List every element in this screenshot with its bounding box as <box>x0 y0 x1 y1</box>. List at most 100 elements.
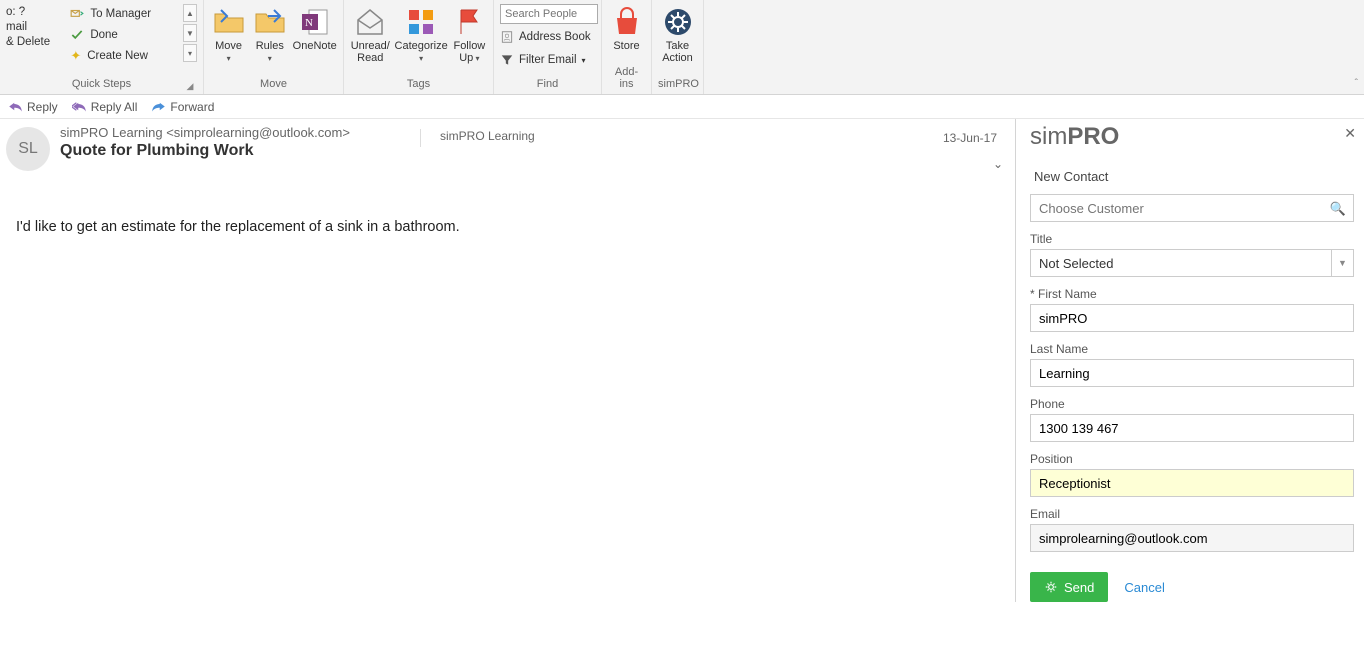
message-pane: SL simPRO Learning <simprolearning@outlo… <box>0 119 1016 602</box>
simpro-panel: simPRO ✕ New Contact 🔍 Title Not Selecte… <box>1016 119 1364 602</box>
spark-icon: ✦ <box>70 48 81 64</box>
check-icon <box>70 28 84 42</box>
action-label: Reply <box>27 100 58 114</box>
store-icon <box>611 6 643 38</box>
message-actions-bar: Reply Reply All Forward <box>0 95 1364 119</box>
reply-all-icon <box>72 100 87 113</box>
message-date: 13-Jun-17 <box>943 131 997 145</box>
group-quick-steps: o: ? mail & Delete To Manager Done ✦ Cre… <box>0 0 204 94</box>
qs-partial-left: o: ? mail & Delete <box>6 2 62 48</box>
onenote-button[interactable]: N OneNote <box>292 2 337 52</box>
from-line: simPRO Learning <simprolearning@outlook.… <box>60 125 350 140</box>
group-label: Add-ins <box>608 64 645 94</box>
first-name-label: * First Name <box>1030 287 1354 301</box>
expand-header-icon[interactable]: ⌄ <box>993 157 1003 171</box>
qs-scroll[interactable]: ▲ ▼ ▾ <box>183 2 197 62</box>
qs-item-label: Done <box>90 29 118 41</box>
group-find: Address Book Filter Email ▾ Find <box>494 0 602 94</box>
send-label: Send <box>1064 580 1094 595</box>
last-name-label: Last Name <box>1030 342 1354 356</box>
title-label: Title <box>1030 232 1354 246</box>
position-label: Position <box>1030 452 1354 466</box>
chevron-down-icon: ▼ <box>1331 250 1353 276</box>
group-simpro: Take Action simPRO <box>652 0 704 94</box>
dialog-launcher-icon[interactable]: ◢ <box>185 81 195 91</box>
reply-all-button[interactable]: Reply All <box>72 100 138 114</box>
funnel-icon <box>500 53 514 67</box>
qs-left-1: mail <box>6 21 62 33</box>
address-book-button[interactable]: Address Book <box>500 27 598 47</box>
qs-done[interactable]: Done <box>66 25 179 44</box>
panel-title: simPRO <box>1030 123 1354 151</box>
unread-read-button[interactable]: Unread/ Read <box>350 2 391 64</box>
qs-left-2: & Delete <box>6 36 62 48</box>
onenote-icon: N <box>299 6 331 38</box>
position-input[interactable] <box>1030 469 1354 497</box>
qs-item-label: To Manager <box>90 8 151 20</box>
divider <box>420 129 421 147</box>
avatar: SL <box>6 127 50 171</box>
cancel-link[interactable]: Cancel <box>1124 580 1164 595</box>
categories-icon <box>405 6 437 38</box>
select-value: Not Selected <box>1039 256 1113 271</box>
take-action-button[interactable]: Take Action <box>658 2 697 64</box>
qs-create-new[interactable]: ✦ Create New <box>66 46 179 65</box>
action-label: Reply All <box>91 100 138 114</box>
group-label: Quick Steps <box>72 78 131 90</box>
gear-badge-icon <box>662 6 694 38</box>
group-label: Tags <box>350 76 487 94</box>
move-button[interactable]: Move▾ <box>210 2 247 65</box>
envelope-arrow-icon <box>70 7 84 21</box>
qs-up-icon[interactable]: ▲ <box>183 4 197 22</box>
search-icon: 🔍 <box>1330 201 1346 217</box>
last-name-input[interactable] <box>1030 359 1354 387</box>
forward-icon <box>151 100 166 113</box>
qs-left-0: o: ? <box>6 6 62 18</box>
find-row-label: Address Book <box>519 31 591 43</box>
message-body: I'd like to get an estimate for the repl… <box>6 171 1005 235</box>
account-label: simPRO Learning <box>440 129 535 143</box>
group-addins: Store Add-ins <box>602 0 652 94</box>
reply-button[interactable]: Reply <box>8 100 58 114</box>
phone-label: Phone <box>1030 397 1354 411</box>
svg-text:N: N <box>305 17 313 29</box>
group-label: Move <box>210 76 337 94</box>
group-move: Move▾ Rules▾ N OneNote Move <box>204 0 344 94</box>
group-tags: Unread/ Read Categorize▾ Follow Up ▾ Tag… <box>344 0 494 94</box>
find-row-label: Filter Email <box>519 54 577 66</box>
folder-rules-icon <box>254 6 286 38</box>
choose-customer-input[interactable] <box>1030 194 1354 222</box>
email-input[interactable] <box>1030 524 1354 552</box>
action-label: Forward <box>170 100 214 114</box>
store-button[interactable]: Store <box>608 2 645 52</box>
group-label: Find <box>500 76 595 94</box>
subject-line: Quote for Plumbing Work <box>60 142 350 160</box>
rules-button[interactable]: Rules▾ <box>251 2 288 65</box>
reply-icon <box>8 100 23 113</box>
title-select[interactable]: Not Selected ▼ <box>1030 249 1354 277</box>
chevron-down-icon: ▾ <box>582 56 586 65</box>
forward-button[interactable]: Forward <box>151 100 214 114</box>
ribbon: o: ? mail & Delete To Manager Done ✦ Cre… <box>0 0 1364 95</box>
qs-item-label: Create New <box>87 50 148 62</box>
folder-move-icon <box>213 6 245 38</box>
search-people-input[interactable] <box>500 4 598 24</box>
panel-section-head: New Contact <box>1034 169 1354 184</box>
collapse-ribbon-icon[interactable]: ˆ <box>1355 78 1358 89</box>
qs-to-manager[interactable]: To Manager <box>66 4 179 23</box>
qs-more-icon[interactable]: ▾ <box>183 44 197 62</box>
phone-input[interactable] <box>1030 414 1354 442</box>
flag-icon <box>453 6 485 38</box>
gear-icon <box>1044 580 1058 594</box>
first-name-input[interactable] <box>1030 304 1354 332</box>
address-book-icon <box>500 30 514 44</box>
follow-up-button[interactable]: Follow Up ▾ <box>452 2 487 65</box>
filter-email-button[interactable]: Filter Email ▾ <box>500 50 598 70</box>
send-button[interactable]: Send <box>1030 572 1108 602</box>
envelope-open-icon <box>354 6 386 38</box>
close-icon[interactable]: ✕ <box>1344 125 1356 142</box>
qs-down-icon[interactable]: ▼ <box>183 24 197 42</box>
categorize-button[interactable]: Categorize▾ <box>395 2 448 65</box>
group-label: simPRO <box>658 76 697 94</box>
email-label: Email <box>1030 507 1354 521</box>
